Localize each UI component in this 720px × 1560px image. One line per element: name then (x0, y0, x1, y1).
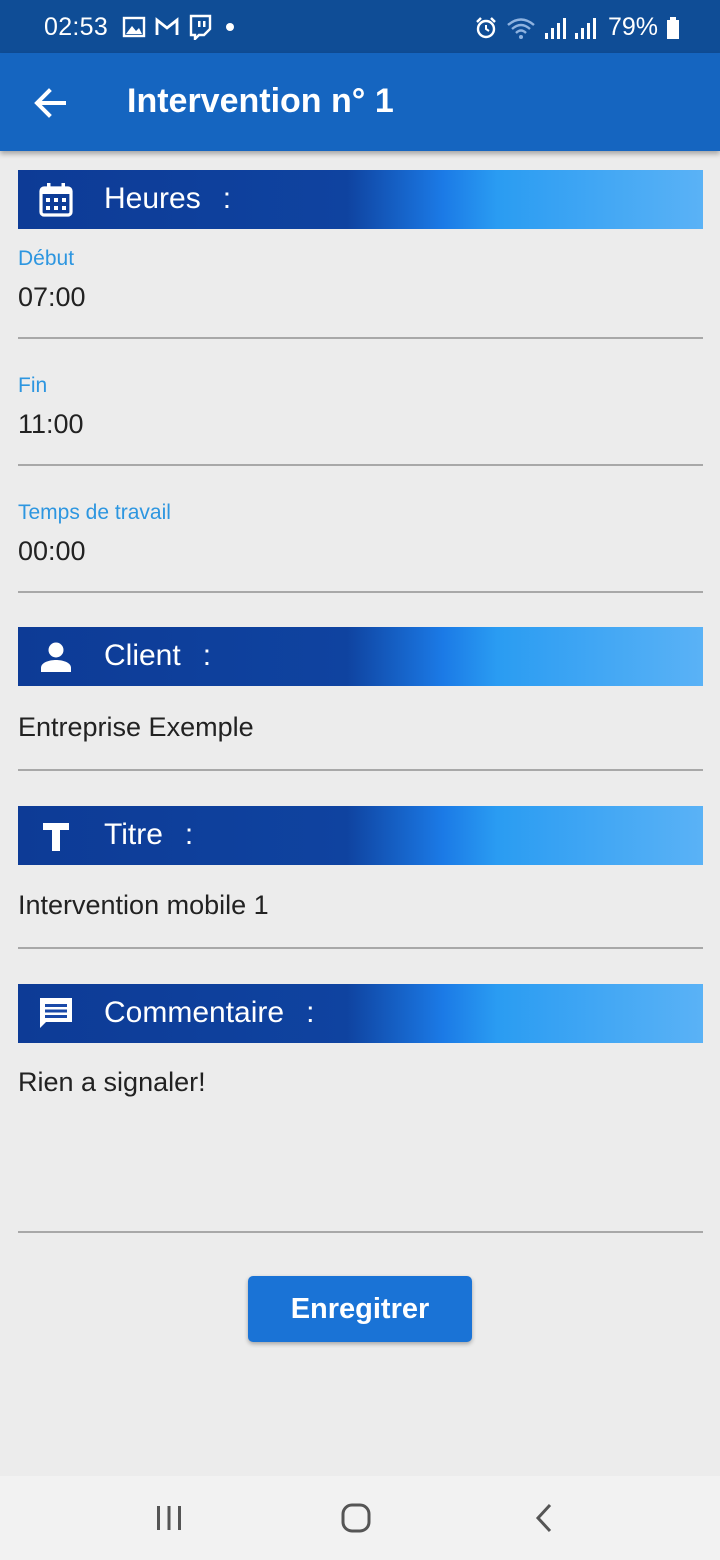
image-icon (122, 16, 146, 38)
divider (18, 337, 703, 339)
page-title: Intervention n° 1 (127, 82, 394, 120)
debut-label: Début (18, 247, 75, 270)
system-nav-bar (0, 1476, 720, 1560)
fin-field[interactable]: 11:00 (18, 409, 84, 440)
gmail-icon (155, 17, 179, 35)
section-title: Commentaire: (104, 996, 315, 1029)
debut-field[interactable]: 07:00 (18, 282, 86, 313)
alarm-icon (476, 16, 496, 38)
section-header-client: Client: (18, 627, 703, 686)
back-icon[interactable] (524, 1498, 564, 1538)
section-title: Client: (104, 639, 212, 672)
battery-percentage: 79% (607, 13, 658, 41)
home-icon[interactable] (336, 1498, 376, 1538)
person-icon (41, 642, 71, 672)
calendar-icon (39, 183, 73, 217)
battery-icon (667, 16, 679, 39)
notification-icons (122, 14, 240, 40)
section-title: Heures: (104, 182, 232, 215)
signal-icon (544, 17, 566, 39)
text-t-icon (43, 823, 69, 851)
temps-label: Temps de travail (18, 501, 171, 524)
recent-apps-icon[interactable] (149, 1498, 189, 1538)
signal-icon (574, 17, 596, 39)
arrow-left-icon[interactable] (30, 83, 70, 123)
dot-icon (226, 23, 234, 31)
commentaire-field[interactable]: Rien a signaler! (18, 1067, 206, 1098)
comment-icon (40, 998, 72, 1028)
divider (18, 591, 703, 593)
wifi-icon (507, 17, 535, 39)
status-time: 02:53 (44, 13, 109, 41)
section-header-heures: Heures: (18, 170, 703, 229)
section-header-commentaire: Commentaire: (18, 984, 703, 1043)
fin-label: Fin (18, 374, 48, 397)
save-button[interactable]: Enregitrer (248, 1276, 472, 1342)
status-bar: 02:53 79% (0, 0, 720, 53)
divider (18, 947, 703, 949)
divider (18, 464, 703, 466)
system-icons: 79% (474, 13, 680, 42)
app-bar: Intervention n° 1 (0, 53, 720, 151)
titre-field[interactable]: Intervention mobile 1 (18, 890, 269, 921)
section-title: Titre: (104, 818, 194, 851)
client-field[interactable]: Entreprise Exemple (18, 712, 254, 743)
divider (18, 769, 703, 771)
twitch-icon (189, 14, 212, 40)
section-header-titre: Titre: (18, 806, 703, 865)
temps-field[interactable]: 00:00 (18, 536, 86, 567)
divider (18, 1231, 703, 1233)
